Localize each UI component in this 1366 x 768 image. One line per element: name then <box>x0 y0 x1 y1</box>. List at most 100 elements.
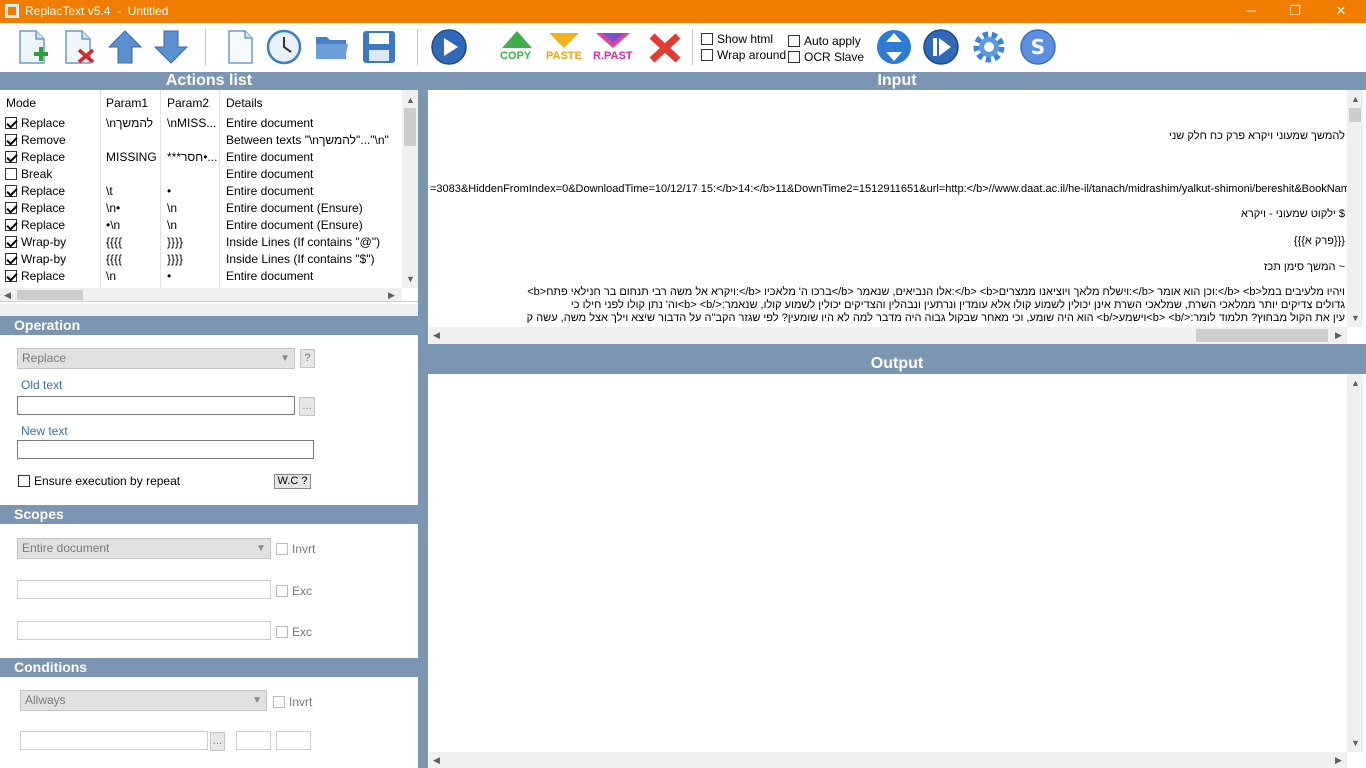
scroll-left-arrow-icon[interactable]: ◀ <box>433 330 440 340</box>
scroll-up-arrow-icon[interactable]: ▲ <box>1351 378 1360 388</box>
ensure-repeat-checkbox[interactable]: Ensure execution by repeat <box>18 474 180 488</box>
action-row[interactable]: Remove Between texts "\nלהמשך"..."\n" <box>0 131 402 148</box>
output-vscrollbar[interactable]: ▲ ▼ <box>1347 374 1363 752</box>
action-enabled-checkbox[interactable] <box>5 202 17 214</box>
operation-mode-select[interactable]: Replace ▼ <box>17 348 295 369</box>
scope-exc1-checkbox[interactable]: Exc <box>276 584 312 598</box>
action-row[interactable]: Replace \n • Entire document <box>0 267 402 284</box>
output-hscrollbar[interactable]: ◀ ▶ <box>429 752 1347 768</box>
new-text-input[interactable] <box>17 440 314 459</box>
scroll-left-arrow-icon[interactable]: ◀ <box>4 290 11 300</box>
scope-invert-checkbox[interactable]: Invrt <box>276 542 315 556</box>
action-row[interactable]: Replace \n• \n Entire document (Ensure) <box>0 199 402 216</box>
settings-button[interactable] <box>970 28 1008 66</box>
actions-hscrollbar[interactable]: ◀ ▶ <box>0 288 402 301</box>
action-row[interactable]: Break Entire document <box>0 165 402 182</box>
action-mode[interactable]: Remove <box>5 133 66 147</box>
condition-max-input[interactable] <box>276 731 311 750</box>
condition-browse-button[interactable]: ... <box>210 732 225 751</box>
checkbox-box[interactable] <box>276 543 288 555</box>
action-row[interactable]: Replace \t • Entire document <box>0 182 402 199</box>
scroll-right-arrow-icon[interactable]: ▶ <box>1335 330 1342 340</box>
scrollbar-thumb[interactable] <box>1196 329 1328 342</box>
wildcard-help-button[interactable]: W.C ? <box>274 474 311 489</box>
condition-invert-checkbox[interactable]: Invrt <box>273 695 312 709</box>
run-button[interactable] <box>430 28 468 66</box>
scrollbar-thumb[interactable] <box>1349 108 1361 122</box>
scope-param1-input[interactable] <box>17 580 271 599</box>
scrollbar-thumb[interactable] <box>17 290 83 300</box>
restore-button[interactable]: ❐ <box>1272 0 1318 23</box>
action-mode[interactable]: Break <box>5 167 52 181</box>
scope-select[interactable]: Entire document ▼ <box>17 538 271 559</box>
col-param2[interactable]: Param2 <box>167 96 209 110</box>
condition-param-input[interactable] <box>20 731 208 750</box>
move-down-button[interactable] <box>152 28 190 66</box>
scroll-left-arrow-icon[interactable]: ◀ <box>433 755 440 765</box>
action-row[interactable]: Replace •\n \n Entire document (Ensure) <box>0 216 402 233</box>
action-enabled-checkbox[interactable] <box>5 151 17 163</box>
action-enabled-checkbox[interactable] <box>5 185 17 197</box>
add-action-button[interactable] <box>14 28 52 66</box>
operation-help-button[interactable]: ? <box>300 349 315 368</box>
action-enabled-checkbox[interactable] <box>5 168 17 180</box>
old-text-browse-button[interactable]: ... <box>299 397 315 416</box>
action-mode[interactable]: Replace <box>5 269 65 283</box>
step-button[interactable] <box>922 28 960 66</box>
checkbox-box[interactable] <box>276 585 288 597</box>
swap-button[interactable] <box>875 28 913 66</box>
action-enabled-checkbox[interactable] <box>5 236 17 248</box>
col-param1[interactable]: Param1 <box>106 96 148 110</box>
action-mode[interactable]: Replace <box>5 184 65 198</box>
input-textarea[interactable]: להמשך שמעוני ויקרא פרק כח חלק שני =3083&… <box>429 90 1347 327</box>
action-row[interactable]: Replace MISSING ***חסר•... Entire document <box>0 148 402 165</box>
action-mode[interactable]: Wrap-by <box>5 235 66 249</box>
action-mode[interactable]: Replace <box>5 218 65 232</box>
ocr-slave-checkbox[interactable]: OCR Slave <box>788 50 864 64</box>
remove-action-button[interactable] <box>60 28 98 66</box>
scroll-down-arrow-icon[interactable]: ▼ <box>1351 313 1360 323</box>
wrap-around-checkbox[interactable]: Wrap around <box>701 48 786 62</box>
scroll-right-arrow-icon[interactable]: ▶ <box>1335 755 1342 765</box>
vertical-splitter[interactable] <box>418 72 428 768</box>
horizontal-splitter[interactable] <box>428 344 1366 354</box>
condition-select[interactable]: Allways ▼ <box>20 690 267 711</box>
col-mode[interactable]: Mode <box>6 96 36 110</box>
scroll-up-arrow-icon[interactable]: ▲ <box>1351 94 1360 104</box>
close-button[interactable]: ✕ <box>1318 0 1364 23</box>
old-text-input[interactable] <box>17 396 295 415</box>
save-file-button[interactable] <box>360 28 398 66</box>
checkbox-box[interactable] <box>701 49 713 61</box>
new-file-button[interactable] <box>221 28 259 66</box>
input-vscrollbar[interactable]: ▲ ▼ <box>1347 90 1363 327</box>
col-details[interactable]: Details <box>226 96 263 110</box>
action-mode[interactable]: Replace <box>5 116 65 130</box>
action-enabled-checkbox[interactable] <box>5 134 17 146</box>
actions-vscrollbar[interactable]: ▲ ▼ <box>402 90 418 288</box>
action-enabled-checkbox[interactable] <box>5 219 17 231</box>
auto-apply-checkbox[interactable]: Auto apply <box>788 34 861 48</box>
scrollbar-thumb[interactable] <box>404 108 416 146</box>
checkbox-box[interactable] <box>276 626 288 638</box>
clear-button[interactable] <box>646 28 684 66</box>
scope-param2-input[interactable] <box>17 621 271 640</box>
checkbox-box[interactable] <box>788 51 800 63</box>
special-s-button[interactable]: S <box>1019 28 1057 66</box>
minimize-button[interactable]: ─ <box>1228 0 1274 23</box>
action-mode[interactable]: Replace <box>5 201 65 215</box>
history-button[interactable] <box>265 28 303 66</box>
action-enabled-checkbox[interactable] <box>5 270 17 282</box>
checkbox-box[interactable] <box>273 696 285 708</box>
checkbox-box[interactable] <box>788 35 800 47</box>
output-textarea[interactable] <box>429 374 1347 752</box>
show-html-checkbox[interactable]: Show html <box>701 32 773 46</box>
action-enabled-checkbox[interactable] <box>5 117 17 129</box>
move-up-button[interactable] <box>106 28 144 66</box>
scroll-down-arrow-icon[interactable]: ▼ <box>406 274 415 284</box>
checkbox-box[interactable] <box>701 33 713 45</box>
scroll-up-arrow-icon[interactable]: ▲ <box>406 95 415 105</box>
open-file-button[interactable] <box>313 28 351 66</box>
action-row[interactable]: Wrap-by {{{{}}}} Inside Lines (If contains… <box>0 250 402 267</box>
action-row[interactable]: Wrap-by {{{{}}}} Inside Lines (If contains… <box>0 233 402 250</box>
scope-exc2-checkbox[interactable]: Exc <box>276 625 312 639</box>
